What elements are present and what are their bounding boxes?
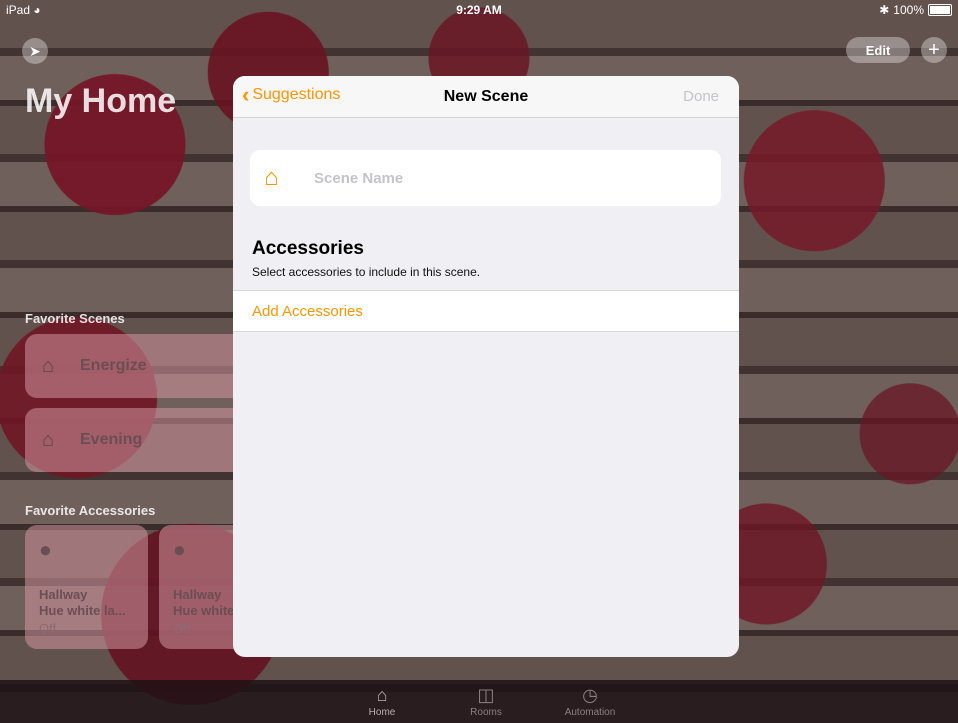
bluetooth-icon: ✱: [879, 3, 890, 17]
accessories-header: Accessories: [252, 238, 364, 259]
scene-label: Energize: [80, 357, 147, 374]
add-accessories-button[interactable]: Add Accessories: [233, 290, 739, 332]
edit-button[interactable]: Edit: [846, 37, 910, 63]
accessory-state: Off: [173, 621, 191, 636]
location-arrow-icon[interactable]: ➤: [22, 38, 48, 64]
rooms-icon: ◫: [477, 685, 495, 705]
tab-rooms[interactable]: ◫ Rooms: [446, 685, 526, 718]
house-icon: ⌂: [264, 164, 279, 191]
status-right: ✱ 100%: [879, 3, 952, 17]
new-scene-sheet: ‹ Suggestions New Scene Done ⌂ Accessori…: [233, 76, 739, 657]
accessory-state: Off: [39, 621, 57, 636]
lightbulb-icon: ⚫: [171, 541, 188, 563]
battery-icon: [928, 4, 952, 16]
done-button[interactable]: Done: [683, 88, 719, 105]
tab-label: Automation: [564, 707, 616, 718]
tab-bar: ⌂ Home ◫ Rooms ◷ Automation: [0, 680, 958, 723]
house-icon: ⌂: [42, 355, 55, 377]
page-title: My Home: [25, 82, 177, 120]
sheet-title: New Scene: [443, 88, 529, 105]
plus-icon[interactable]: +: [921, 37, 947, 63]
status-bar: iPad ◕ 9:29 AM ✱ 100%: [0, 0, 958, 20]
battery-percent: 100%: [893, 3, 924, 17]
house-icon: ⌂: [376, 685, 388, 705]
accessory-name: Hue white: [173, 603, 235, 618]
favorite-accessories-label: Favorite Accessories: [25, 503, 156, 518]
sheet-navbar: ‹ Suggestions New Scene Done: [233, 76, 739, 118]
lightbulb-icon: ⚫: [37, 541, 54, 563]
scene-name-input[interactable]: [312, 168, 696, 188]
accessory-room: Hallway: [39, 587, 88, 602]
tab-home[interactable]: ⌂ Home: [342, 685, 422, 718]
scene-label: Evening: [80, 431, 143, 448]
accessory-name: Hue white la...: [39, 603, 126, 618]
tab-label: Home: [368, 707, 396, 718]
tab-automation[interactable]: ◷ Automation: [550, 685, 630, 718]
status-time: 9:29 AM: [456, 3, 502, 17]
favorite-scenes-label: Favorite Scenes: [25, 311, 125, 326]
house-icon: ⌂: [42, 429, 55, 451]
clock-check-icon: ◷: [582, 685, 598, 705]
add-accessories-label: Add Accessories: [252, 302, 363, 320]
tab-label: Rooms: [470, 707, 502, 718]
accessories-subtitle: Select accessories to include in this sc…: [252, 265, 481, 279]
scene-name-field[interactable]: ⌂: [250, 150, 721, 206]
accessory-tile-1[interactable]: ⚫ Hallway Hue white la... Off: [25, 525, 148, 649]
accessory-room: Hallway: [173, 587, 222, 602]
